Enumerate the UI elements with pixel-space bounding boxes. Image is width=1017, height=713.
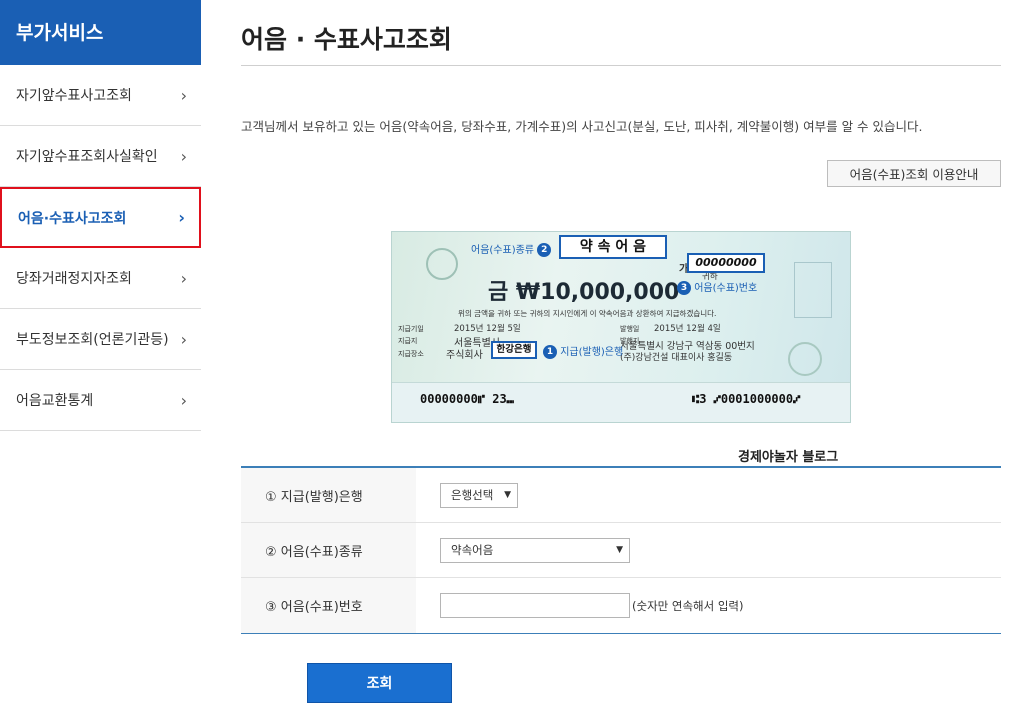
sidebar-title: 부가서비스 — [0, 0, 201, 65]
sidebar-item-check-confirm[interactable]: 자기앞수표조회사실확인 › — [0, 126, 201, 187]
number-annotation-text: 어음(수표)번호 — [694, 283, 758, 294]
bank-highlight: 한강은행 — [491, 341, 537, 359]
chevron-right-icon: › — [180, 146, 187, 166]
form-row-type: ② 어음(수표)종류 약속어음 ▼ — [241, 523, 1001, 578]
micr-right: ⑆3 ⑇0001000000⑇ — [692, 392, 801, 406]
pay-date: 2015년 12월 5일 — [454, 324, 521, 334]
type-annotation-text: 어음(수표)종류 — [471, 245, 535, 256]
sidebar-item-dishonor-info[interactable]: 부도정보조회(언론기관등) › — [0, 309, 201, 370]
sidebar-item-label: 어음교환통계 — [16, 393, 94, 409]
usage-guide-button[interactable]: 어음(수표)조회 이용안내 — [827, 160, 1001, 187]
sidebar-item-bill-accident[interactable]: 어음·수표사고조회 › — [0, 187, 201, 248]
chevron-right-icon: › — [180, 390, 187, 410]
sidebar-item-check-accident[interactable]: 자기앞수표사고조회 › — [0, 65, 201, 126]
note-body: 귀하 가가 금 ₩10,000,000 위의 금액을 귀하 또는 귀하의 지시인… — [391, 231, 851, 423]
badge-2: 2 — [537, 243, 552, 257]
bank-label: ① 지급(발행)은행 — [241, 468, 416, 522]
page-title: 어음 · 수표사고조회 — [241, 0, 1001, 66]
type-annotation: 어음(수표)종류 2 — [471, 241, 552, 257]
number-input[interactable] — [440, 593, 630, 618]
bank-select[interactable]: 은행선택 ▼ — [440, 482, 518, 508]
sidebar-item-clearing-stats[interactable]: 어음교환통계 › — [0, 370, 201, 431]
form-row-bank: ① 지급(발행)은행 은행선택 ▼ — [241, 468, 1001, 523]
number-value-cell: (숫자만 연속해서 입력) — [416, 578, 1001, 633]
main-content: 어음 · 수표사고조회 고객님께서 보유하고 있는 어음(약속어음, 당좌수표,… — [241, 0, 1001, 634]
sidebar-item-label: 부도정보조회(언론기관등) — [16, 332, 169, 348]
sidebar-item-label: 자기앞수표사고조회 — [16, 88, 132, 104]
note-notice: 위의 금액을 귀하 또는 귀하의 지시인에게 이 약속어음과 상환하여 지급하겠… — [458, 309, 717, 318]
type-select[interactable]: 약속어음 ▼ — [440, 537, 630, 563]
page-description: 고객님께서 보유하고 있는 어음(약속어음, 당좌수표, 가계수표)의 사고신고… — [241, 119, 923, 134]
type-value-cell: 약속어음 ▼ — [416, 523, 1001, 577]
badge-3: 3 — [677, 281, 691, 295]
chevron-right-icon: › — [180, 268, 187, 288]
chevron-right-icon: › — [180, 85, 187, 105]
chevron-right-icon: › — [178, 208, 185, 227]
pay-bank-label: 지급장소 — [398, 350, 424, 358]
number-annotation: 3 어음(수표)번호 — [677, 279, 757, 295]
seal-icon — [788, 342, 822, 376]
image-caption: 경제야놀자 블로그 — [738, 450, 839, 465]
search-button[interactable]: 조회 — [307, 663, 452, 703]
number-hint: (숫자만 연속해서 입력) — [632, 598, 744, 613]
sidebar-item-label: 어음·수표사고조회 — [18, 210, 127, 227]
sidebar-item-suspended-account[interactable]: 당좌거래정지자조회 › — [0, 248, 201, 309]
emblem-icon — [426, 248, 458, 280]
pay-date-label: 지급기일 — [398, 325, 424, 333]
hologram-panel — [794, 262, 832, 318]
badge-1: 1 — [543, 345, 557, 359]
search-form: ① 지급(발행)은행 은행선택 ▼ ② 어음(수표)종류 약속어음 ▼ ③ 어음… — [241, 466, 1001, 634]
bank-annotation-text: 지급(발행)은행 — [560, 347, 624, 358]
issue-date: 2015년 12월 4일 — [654, 324, 721, 334]
note-amount: 금 ₩10,000,000 — [488, 280, 680, 305]
issuer-name: (주)강남건설 대표이사 홍길동 — [620, 353, 733, 363]
bank-select-value: 은행선택 — [451, 488, 494, 502]
chevron-right-icon: › — [180, 329, 187, 349]
type-highlight: 약 속 어 음 — [559, 235, 667, 259]
bank-annotation: 1 지급(발행)은행 — [543, 343, 623, 359]
dropdown-arrow-icon: ▼ — [504, 490, 511, 500]
sidebar-item-label: 당좌거래정지자조회 — [16, 271, 132, 287]
number-highlight: 00000000 — [687, 253, 765, 273]
number-label: ③ 어음(수표)번호 — [241, 578, 416, 633]
dropdown-arrow-icon: ▼ — [616, 545, 623, 555]
pay-place-label: 지급지 — [398, 337, 418, 345]
sample-note-image: 귀하 가가 금 ₩10,000,000 위의 금액을 귀하 또는 귀하의 지시인… — [391, 231, 851, 423]
sidebar: 부가서비스 자기앞수표사고조회 › 자기앞수표조회사실확인 › 어음·수표사고조… — [0, 0, 201, 431]
bank-value-cell: 은행선택 ▼ — [416, 468, 1001, 522]
form-row-number: ③ 어음(수표)번호 (숫자만 연속해서 입력) — [241, 578, 1001, 633]
micr-left: 00000000⑈ 23⑉ — [420, 392, 514, 406]
sidebar-item-label: 자기앞수표조회사실확인 — [16, 149, 158, 165]
type-select-value: 약속어음 — [451, 543, 494, 557]
issue-date-label: 발행일 — [620, 325, 640, 333]
pay-company: 주식회사 — [446, 350, 483, 361]
type-label: ② 어음(수표)종류 — [241, 523, 416, 577]
